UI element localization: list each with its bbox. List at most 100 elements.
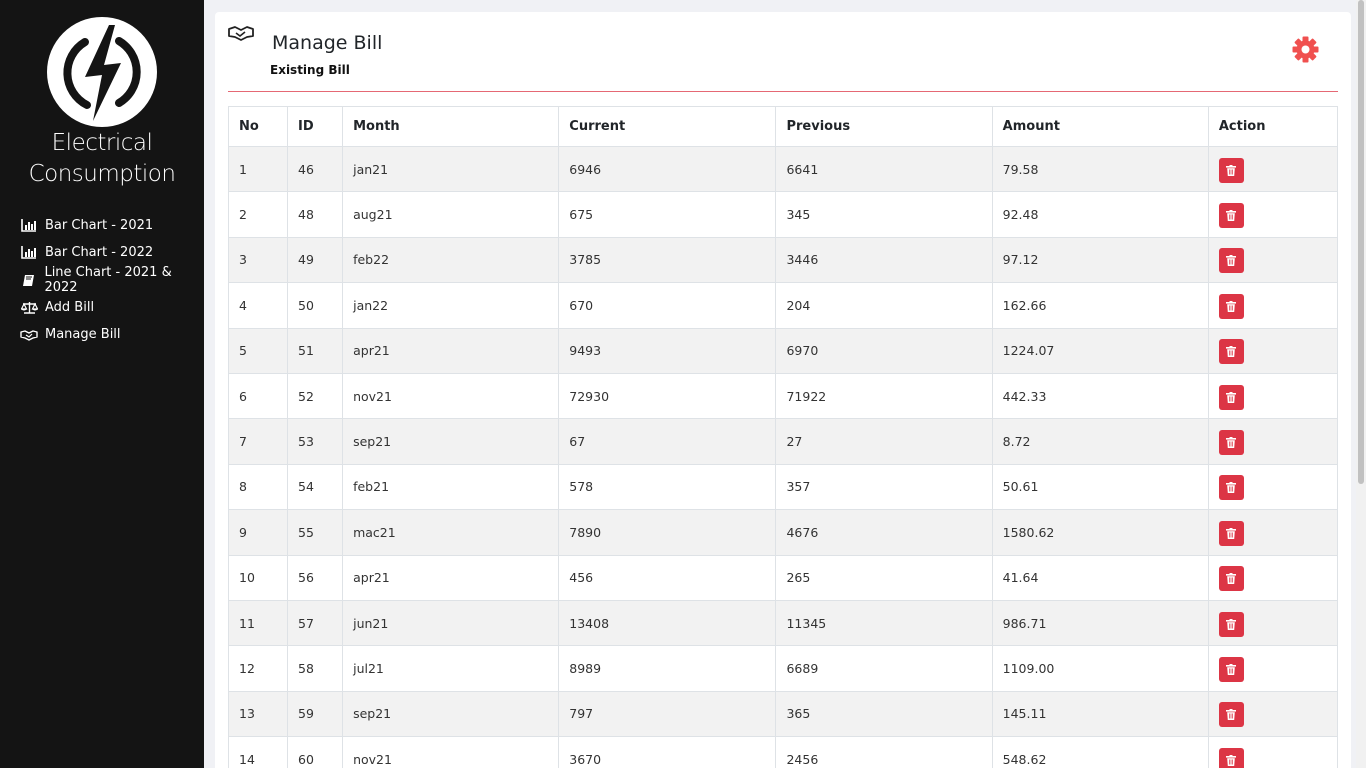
- sidebar-item-label: Bar Chart - 2021: [45, 218, 154, 234]
- brand-line1: Electrical: [51, 130, 153, 156]
- trash-icon: [1226, 391, 1237, 403]
- table-row: 3 49 feb22 3785 3446 97.12: [227, 236, 1339, 284]
- sidebar-item-label: Line Chart - 2021 & 2022: [44, 265, 172, 296]
- delete-button[interactable]: [1218, 203, 1244, 229]
- main-card: Manage Bill Existing Bill No ID Month Cu…: [215, 12, 1351, 768]
- table-row: 1 46 jan21 6946 6641 79.58: [227, 145, 1339, 193]
- cell-amount: 548.62: [991, 736, 1209, 768]
- delete-button[interactable]: [1218, 611, 1244, 637]
- cell-amount: 145.11: [991, 690, 1209, 738]
- delete-button[interactable]: [1218, 747, 1244, 768]
- table-header-row: No ID Month Current Previous Amount Acti…: [227, 106, 1339, 147]
- delete-button[interactable]: [1218, 702, 1244, 728]
- brand-line2: Consumption: [28, 161, 176, 187]
- trash-icon: [1226, 300, 1237, 312]
- column-header-no: No: [227, 106, 289, 147]
- cell-no: 2: [227, 191, 289, 238]
- trash-icon: [1226, 618, 1237, 630]
- delete-button[interactable]: [1218, 248, 1244, 274]
- cell-previous: 357: [775, 463, 993, 511]
- sidebar-item-bar-chart-2022[interactable]: Bar Chart - 2022: [20, 239, 204, 266]
- cell-action: [1207, 599, 1339, 647]
- sidebar-item-manage-bill[interactable]: Manage Bill: [20, 321, 204, 348]
- cell-current: 9493: [558, 327, 777, 374]
- column-header-action: Action: [1207, 106, 1339, 147]
- cell-previous: 2456: [775, 736, 993, 768]
- delete-button[interactable]: [1218, 384, 1244, 410]
- delete-button[interactable]: [1218, 475, 1244, 501]
- cell-amount: 1224.07: [991, 327, 1209, 374]
- gear-icon[interactable]: [1292, 36, 1319, 63]
- cell-month: jul21: [342, 645, 560, 692]
- cell-action: [1207, 645, 1339, 692]
- delete-button[interactable]: [1218, 656, 1244, 682]
- cell-no: 5: [227, 327, 289, 374]
- cell-no: 3: [227, 236, 289, 284]
- cell-id: 60: [287, 736, 344, 768]
- cell-previous: 4676: [775, 509, 993, 556]
- bar-chart-icon: [20, 219, 38, 233]
- table-row: 14 60 nov21 3670 2456 548.62: [227, 736, 1339, 768]
- brand-title: Electrical Consumption: [0, 128, 204, 190]
- table-row: 4 50 jan22 670 204 162.66: [227, 282, 1339, 329]
- bills-table: No ID Month Current Previous Amount Acti…: [227, 106, 1339, 768]
- table-row: 5 51 apr21 9493 6970 1224.07: [227, 327, 1339, 374]
- cell-current: 67: [558, 418, 777, 465]
- cell-month: feb21: [342, 463, 560, 511]
- scrollbar-thumb[interactable]: [1358, 0, 1364, 484]
- cell-current: 6946: [558, 145, 777, 193]
- delete-button[interactable]: [1218, 157, 1244, 183]
- cell-no: 8: [227, 463, 289, 511]
- trash-icon: [1226, 482, 1237, 494]
- delete-button[interactable]: [1218, 339, 1244, 365]
- cell-id: 46: [287, 145, 344, 193]
- cell-amount: 41.64: [991, 554, 1209, 601]
- cell-no: 4: [227, 282, 289, 329]
- cell-action: [1207, 327, 1339, 374]
- sidebar-item-label: Bar Chart - 2022: [45, 245, 154, 261]
- sidebar-item-line-chart[interactable]: Line Chart - 2021 & 2022: [20, 265, 204, 296]
- column-header-amount: Amount: [991, 106, 1209, 147]
- table-row: 11 57 jun21 13408 11345 986.71: [227, 599, 1339, 647]
- cell-month: aug21: [342, 191, 560, 238]
- sidebar-nav: Bar Chart - 2021 Bar Chart - 2022 Line C…: [20, 212, 204, 348]
- cell-month: jun21: [342, 599, 560, 647]
- book-icon: [20, 273, 37, 287]
- cell-action: [1207, 690, 1339, 738]
- trash-icon: [1226, 255, 1237, 267]
- cell-month: jan21: [342, 145, 560, 193]
- cell-month: nov21: [342, 372, 560, 420]
- handshake-icon: [228, 25, 254, 41]
- cell-month: mac21: [342, 509, 560, 556]
- cell-month: apr21: [342, 554, 560, 601]
- cell-previous: 6641: [775, 145, 993, 193]
- cell-amount: 1109.00: [991, 645, 1209, 692]
- cell-id: 50: [287, 282, 344, 329]
- cell-id: 48: [287, 191, 344, 238]
- trash-icon: [1226, 573, 1237, 585]
- cell-current: 13408: [558, 599, 777, 647]
- delete-button[interactable]: [1218, 430, 1244, 456]
- delete-button[interactable]: [1218, 566, 1244, 592]
- cell-previous: 365: [775, 690, 993, 738]
- cell-no: 11: [227, 599, 289, 647]
- cell-action: [1207, 418, 1339, 465]
- trash-icon: [1226, 437, 1237, 449]
- cell-no: 12: [227, 645, 289, 692]
- cell-amount: 8.72: [991, 418, 1209, 465]
- sidebar-item-bar-chart-2021[interactable]: Bar Chart - 2021: [20, 212, 204, 239]
- trash-icon: [1226, 663, 1237, 675]
- sidebar-item-add-bill[interactable]: Add Bill: [20, 294, 204, 321]
- lightning-bolt-icon: [50, 20, 154, 124]
- scrollbar[interactable]: [1356, 0, 1366, 768]
- delete-button[interactable]: [1218, 520, 1244, 546]
- cell-no: 14: [227, 736, 289, 768]
- cell-current: 797: [558, 690, 777, 738]
- cell-month: sep21: [342, 418, 560, 465]
- cell-id: 54: [287, 463, 344, 511]
- cell-amount: 442.33: [991, 372, 1209, 420]
- cell-previous: 27: [775, 418, 993, 465]
- delete-button[interactable]: [1218, 293, 1244, 319]
- logo: [47, 17, 157, 127]
- trash-icon: [1226, 164, 1237, 176]
